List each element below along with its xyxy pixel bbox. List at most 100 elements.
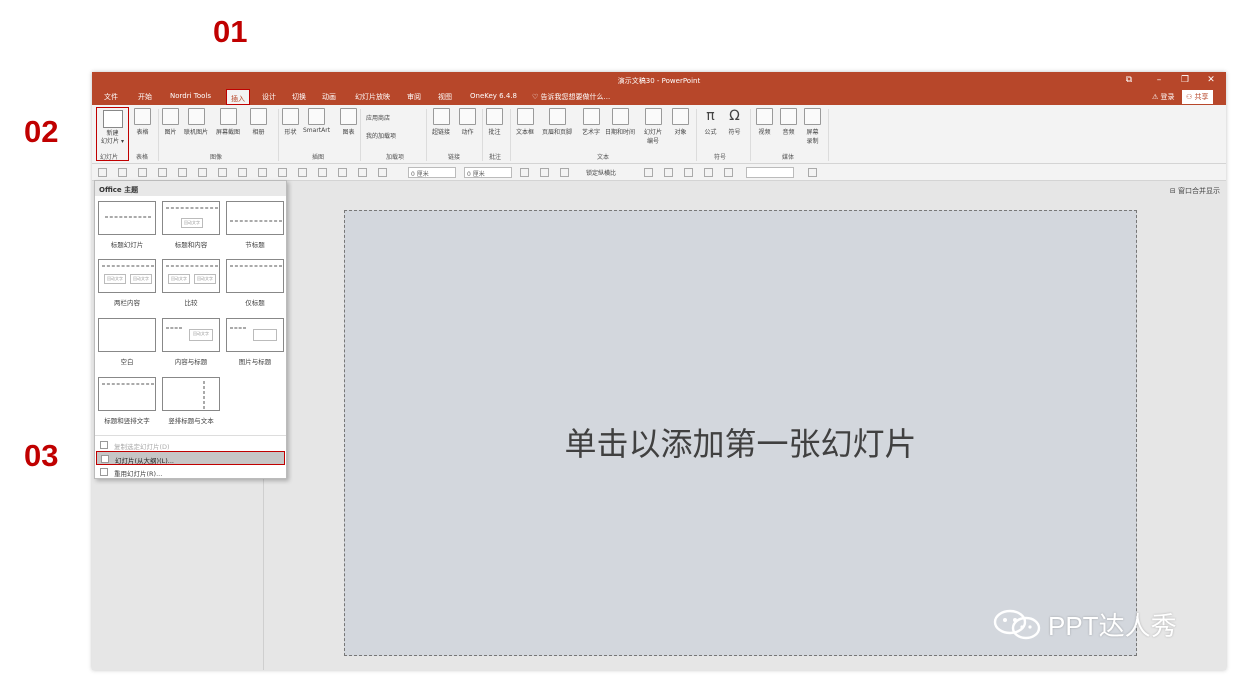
tab-file[interactable]: 文件 xyxy=(104,92,118,102)
slides-from-outline-item[interactable]: 幻灯片(从大纲)(L)... xyxy=(96,451,285,465)
date-time-label: 日期和时间 xyxy=(605,129,636,136)
duplicate-label: 复制选定幻灯片(D) xyxy=(114,443,170,451)
layout-thumbnail xyxy=(226,259,284,293)
layout-section-header[interactable]: 节标题 xyxy=(225,201,285,256)
thumb-line xyxy=(102,265,154,267)
font-size-input[interactable] xyxy=(746,167,794,178)
audio-button[interactable]: 音频 xyxy=(780,108,797,136)
toolbar-tool-icon[interactable] xyxy=(808,168,817,177)
toolbar-tool-icon[interactable] xyxy=(218,168,227,177)
toolbar-tool-icon[interactable] xyxy=(520,168,529,177)
toolbar-tool-icon[interactable] xyxy=(118,168,127,177)
textbox-button[interactable]: 文本框 xyxy=(516,108,534,136)
toolbar-tool-icon[interactable] xyxy=(724,168,733,177)
toolbar-tool-icon[interactable] xyxy=(238,168,247,177)
date-time-button[interactable]: 日期和时间 xyxy=(605,108,635,136)
photo-album-button[interactable]: 相册 xyxy=(250,108,267,136)
layout-blank[interactable]: 空白 xyxy=(97,318,157,373)
layout-comparison[interactable]: 回动文字 回动文字 比较 xyxy=(161,259,221,314)
share-button[interactable]: ⚇ 共享 xyxy=(1182,90,1213,104)
minimize-button[interactable]: – xyxy=(1152,74,1166,86)
my-addins-button[interactable]: 我的加载项 xyxy=(366,131,396,140)
store-button[interactable]: 应用商店 xyxy=(366,113,390,122)
shapes-button[interactable]: 形状 xyxy=(282,108,299,136)
online-pictures-button[interactable]: 联机图片 xyxy=(184,108,208,136)
toolbar-tool-icon[interactable] xyxy=(198,168,207,177)
tab-slideshow[interactable]: 幻灯片放映 xyxy=(355,92,390,102)
screen-recording-button[interactable]: 屏幕 录制 xyxy=(804,108,821,145)
layout-title-slide[interactable]: 标题幻灯片 xyxy=(97,201,157,256)
toolbar-tool-icon[interactable] xyxy=(378,168,387,177)
tab-onekey[interactable]: OneKey 6.4.8 xyxy=(470,92,517,100)
ribbon-display-options-icon[interactable]: ⧉ xyxy=(1122,74,1136,86)
layout-thumbnail xyxy=(162,377,220,411)
slide-placeholder-text[interactable]: 单击以添加第一张幻灯片 xyxy=(345,419,1136,465)
merge-window-button[interactable]: ⊟ 窗口合并显示 xyxy=(1170,186,1220,196)
symbol-button[interactable]: Ω 符号 xyxy=(726,108,743,136)
tab-design[interactable]: 设计 xyxy=(262,92,276,102)
layout-two-content[interactable]: 回动文字 回动文字 两栏内容 xyxy=(97,259,157,314)
shape-width-input[interactable]: 0 厘米 xyxy=(408,167,456,178)
tab-transitions[interactable]: 切换 xyxy=(292,92,306,102)
toolbar-tool-icon[interactable] xyxy=(664,168,673,177)
menu-bar: 文件 开始 Nordri Tools 插入 设计 切换 动画 幻灯片放映 审阅 … xyxy=(92,88,1226,105)
comment-button[interactable]: 批注 xyxy=(486,108,503,136)
video-button[interactable]: 视频 xyxy=(756,108,773,136)
toolbar-tool-icon[interactable] xyxy=(138,168,147,177)
toolbar-tool-icon[interactable] xyxy=(98,168,107,177)
toolbar-tool-icon[interactable] xyxy=(158,168,167,177)
thumb-placeholder: 回动文字 xyxy=(194,274,216,284)
layout-vertical-title-text[interactable]: 竖排标题与文本 xyxy=(161,377,221,432)
hyperlink-button[interactable]: 超链接 xyxy=(432,108,450,136)
slide-canvas[interactable]: 单击以添加第一张幻灯片 xyxy=(344,210,1137,656)
lock-aspect-ratio-checkbox[interactable]: 锁定纵横比 xyxy=(586,168,616,177)
smartart-button[interactable]: SmartArt xyxy=(303,108,330,134)
equation-button[interactable]: π 公式 xyxy=(702,108,719,136)
toolbar-tool-icon[interactable] xyxy=(318,168,327,177)
layout-title-vertical-text[interactable]: 标题和竖排文字 xyxy=(97,377,157,432)
layout-picture-caption[interactable]: 图片与标题 xyxy=(225,318,285,373)
sign-in-link[interactable]: ⚠ 登录 xyxy=(1152,92,1175,102)
shapes-label: 形状 xyxy=(284,129,297,136)
store-label: 应用商店 xyxy=(366,115,391,122)
pictures-button[interactable]: 图片 xyxy=(162,108,179,136)
tab-nordri-tools[interactable]: Nordri Tools xyxy=(170,92,211,100)
reuse-slides-item[interactable]: 重用幻灯片(R)... xyxy=(96,465,285,479)
toolbar-tool-icon[interactable] xyxy=(704,168,713,177)
toolbar-tool-icon[interactable] xyxy=(644,168,653,177)
header-footer-button[interactable]: 页眉和页脚 xyxy=(542,108,572,136)
toolbar-tool-icon[interactable] xyxy=(178,168,187,177)
tab-animations[interactable]: 动画 xyxy=(322,92,336,102)
action-button[interactable]: 动作 xyxy=(459,108,476,136)
screenshot-button[interactable]: 屏幕截图 xyxy=(216,108,240,136)
chart-button[interactable]: 图表 xyxy=(340,108,357,136)
restore-button[interactable]: ❐ xyxy=(1178,74,1192,86)
layout-content-caption[interactable]: 回动文字 内容与标题 xyxy=(161,318,221,373)
tab-home[interactable]: 开始 xyxy=(138,92,152,102)
shape-height-input[interactable]: 0 厘米 xyxy=(464,167,512,178)
watermark: PPT达人秀 xyxy=(992,606,1177,646)
toolbar-tool-icon[interactable] xyxy=(560,168,569,177)
thumb-placeholder xyxy=(253,329,277,341)
toolbar-tool-icon[interactable] xyxy=(278,168,287,177)
toolbar-tool-icon[interactable] xyxy=(298,168,307,177)
close-button[interactable]: ✕ xyxy=(1204,74,1218,86)
screen-recording-icon xyxy=(804,108,821,125)
wordart-button[interactable]: 艺术字 xyxy=(582,108,600,136)
toolbar-tool-icon[interactable] xyxy=(358,168,367,177)
tab-insert[interactable]: 插入 xyxy=(226,89,250,105)
toolbar-tool-icon[interactable] xyxy=(338,168,347,177)
outline-icon xyxy=(101,455,109,463)
slide-number-button[interactable]: 幻灯片 编号 xyxy=(644,108,662,145)
toolbar-tool-icon[interactable] xyxy=(684,168,693,177)
tab-view[interactable]: 视图 xyxy=(438,92,452,102)
toolbar-tool-icon[interactable] xyxy=(258,168,267,177)
object-icon xyxy=(672,108,689,125)
layout-title-content[interactable]: 回动文字 标题和内容 xyxy=(161,201,221,256)
toolbar-tool-icon[interactable] xyxy=(540,168,549,177)
object-button[interactable]: 对象 xyxy=(672,108,689,136)
table-button[interactable]: 表格 xyxy=(134,108,151,136)
layout-title-only[interactable]: 仅标题 xyxy=(225,259,285,314)
tab-review[interactable]: 审阅 xyxy=(407,92,421,102)
tell-me-search[interactable]: ♡ 告诉我您想要做什么... xyxy=(532,92,610,102)
